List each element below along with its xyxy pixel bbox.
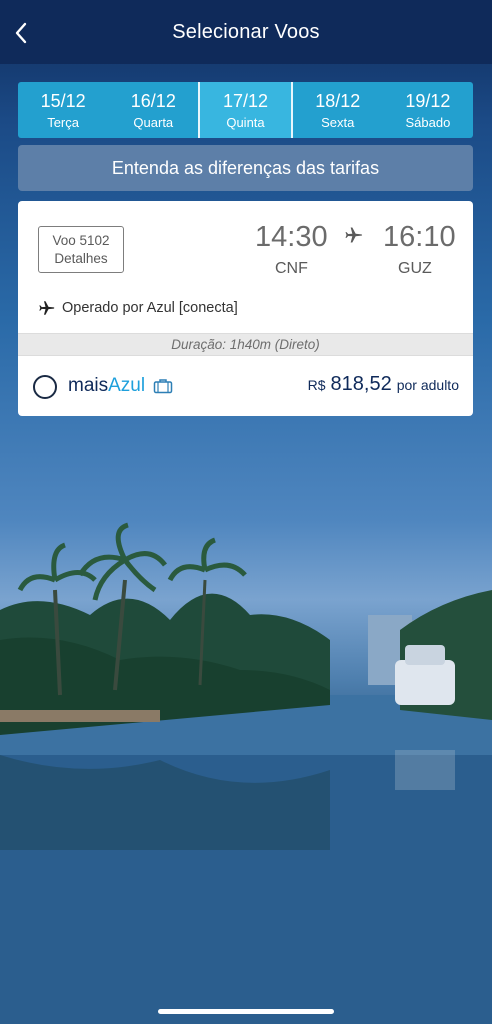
date-tab-16-12[interactable]: 16/12 Quarta: [108, 82, 198, 138]
date-label: 16/12: [130, 90, 176, 111]
fare-brand-label: maisAzul: [68, 375, 145, 397]
brand-suffix: Azul: [108, 375, 146, 396]
departure-time: 14:30: [255, 221, 328, 253]
weekday-label: Sábado: [405, 114, 451, 130]
destination-airport: GUZ: [398, 260, 432, 277]
operator-info: Operado por Azul [conecta]: [38, 299, 238, 317]
weekday-label: Quarta: [133, 114, 174, 130]
date-selector: 15/12 Terça 16/12 Quarta 17/12 Quinta 18…: [18, 82, 473, 138]
flight-card: Voo 5102 Detalhes 14:30 16:10 CNF GUZ Op…: [18, 201, 473, 416]
fare-price: R$ 818,52 por adulto: [308, 373, 459, 396]
date-label: 15/12: [40, 90, 86, 111]
price-per-label: por adulto: [396, 377, 459, 393]
date-tab-19-12[interactable]: 19/12 Sábado: [383, 82, 473, 138]
airplane-icon: [345, 227, 363, 243]
weekday-label: Terça: [47, 114, 79, 130]
background-scene: [0, 522, 492, 1024]
price-value: 818,52: [330, 373, 392, 395]
arrival-time: 16:10: [383, 221, 456, 253]
fare-radio-button[interactable]: [33, 375, 57, 399]
flight-number: Voo 5102: [52, 232, 110, 248]
date-label: 19/12: [405, 90, 451, 111]
chevron-left-icon: [15, 22, 27, 44]
airplane-icon: [39, 301, 55, 315]
weekday-label: Quinta: [226, 114, 265, 130]
top-navigation-bar: Selecionar Voos: [0, 0, 492, 64]
carry-on-bag-icon: [153, 379, 173, 394]
date-label: 18/12: [315, 90, 361, 111]
date-tab-15-12[interactable]: 15/12 Terça: [18, 82, 108, 138]
fare-differences-button[interactable]: Entenda as diferenças das tarifas: [18, 145, 473, 191]
origin-airport: CNF: [275, 260, 308, 277]
date-label: 17/12: [222, 90, 269, 111]
currency-label: R$: [307, 377, 326, 393]
date-tab-17-12-selected[interactable]: 17/12 Quinta: [198, 82, 293, 138]
weekday-label: Sexta: [321, 114, 355, 130]
home-indicator[interactable]: [158, 1009, 334, 1014]
brand-prefix: mais: [68, 375, 109, 396]
details-label: Detalhes: [54, 250, 108, 266]
flight-details-button[interactable]: Voo 5102 Detalhes: [38, 226, 124, 273]
back-button[interactable]: [6, 18, 36, 48]
operator-label: Operado por Azul [conecta]: [62, 300, 238, 316]
page-title: Selecionar Voos: [172, 20, 320, 43]
duration-bar: Duração: 1h40m (Direto): [18, 333, 473, 356]
date-tab-18-12[interactable]: 18/12 Sexta: [293, 82, 383, 138]
